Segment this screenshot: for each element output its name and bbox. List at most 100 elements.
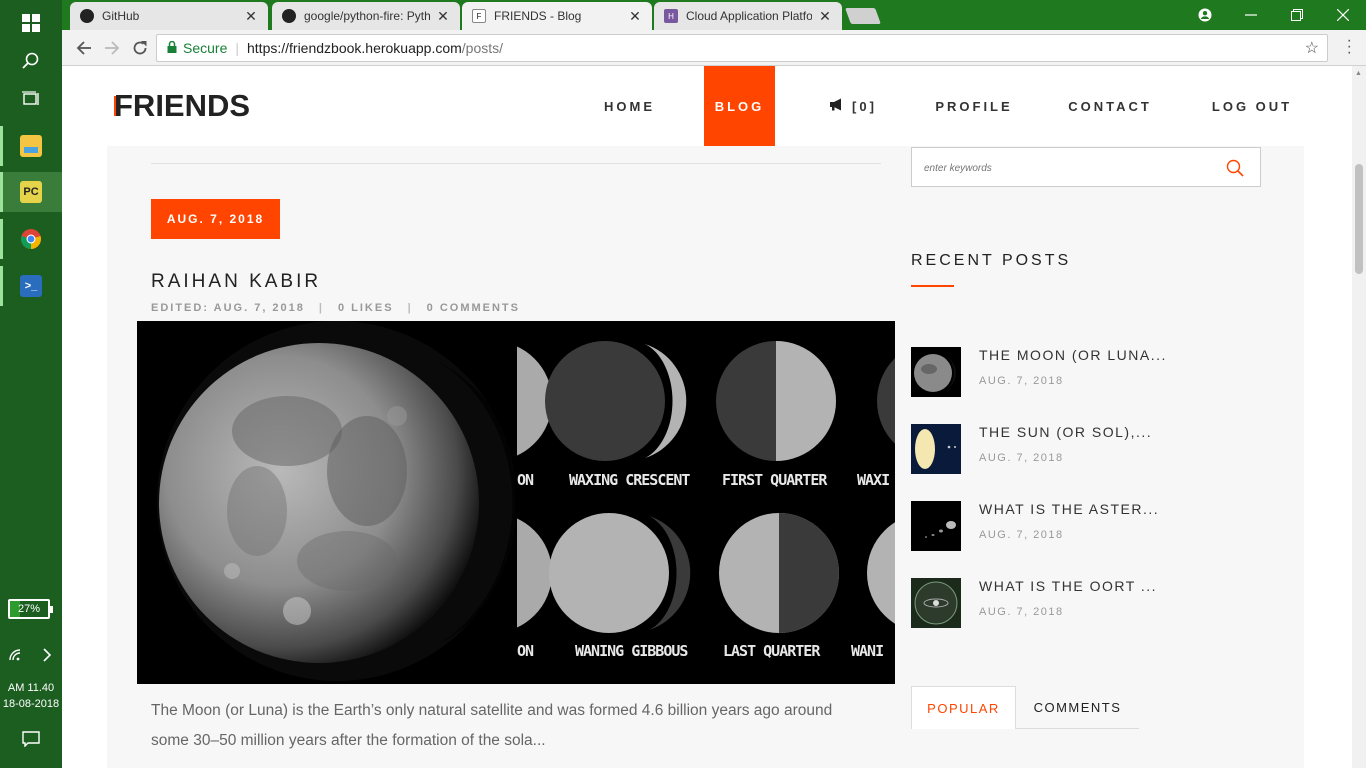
tab-label: google/python-fire: Pyth [304,9,430,23]
phase-label: ON [517,642,534,660]
wifi-icon[interactable] [0,632,31,678]
phase-label: WANING GIBBOUS [575,642,688,660]
recent-post-thumbnail[interactable] [911,578,961,628]
github-icon [282,9,296,23]
tab-label: Cloud Application Platfor [686,9,812,23]
recent-post-date: AUG. 7, 2018 [979,606,1064,618]
task-view-icon[interactable] [0,76,62,122]
recent-post-date: AUG. 7, 2018 [979,529,1064,541]
close-icon[interactable]: ✕ [244,8,258,25]
recent-post-thumbnail[interactable] [911,501,961,551]
heroku-icon: H [664,9,678,23]
close-icon[interactable]: ✕ [628,8,642,25]
tab-label: FRIENDS - Blog [494,9,582,23]
lock-icon [167,40,177,56]
powershell-icon[interactable]: >_ [0,266,62,306]
page-viewport: FRIENDS HOME BLOG [0] PROFILE CONTACT LO… [62,66,1352,768]
recent-post-title[interactable]: WHAT IS THE ASTER... [979,501,1159,517]
divider [151,163,881,164]
recent-post-thumbnail[interactable] [911,424,961,474]
url-path: /posts/ [461,40,504,56]
recent-post-date: AUG. 7, 2018 [979,452,1064,464]
moon-photo [137,321,515,684]
nav-home[interactable]: HOME [592,66,667,146]
tab-popular[interactable]: POPULAR [911,686,1016,729]
recent-post-title[interactable]: WHAT IS THE OORT ... [979,578,1157,594]
page-scrollbar[interactable]: ▲ [1352,66,1366,768]
nav-contact[interactable]: CONTACT [1068,66,1152,146]
phase-label: WAXING CRESCENT [569,471,690,489]
phase-label: LAST QUARTER [723,642,820,660]
site-logo[interactable]: FRIENDS [114,88,250,124]
post-author[interactable]: RAIHAN KABIR [151,271,321,293]
browser-tab-strip: GitHub ✕ google/python-fire: Pyth ✕ F FR… [62,0,1366,30]
windows-taskbar: PC >_ 27% AM 11.40 18-08-2018 [0,0,62,768]
search-icon[interactable] [1226,159,1244,177]
search-input[interactable] [924,158,1214,178]
post-excerpt: The Moon (or Luna) is the Earth’s only n… [151,702,833,749]
recent-post-thumbnail[interactable] [911,347,961,397]
recent-post-title[interactable]: THE MOON (OR LUNA... [979,347,1167,363]
window-close-icon[interactable] [1320,0,1366,30]
recent-post-item[interactable]: WHAT IS THE ASTER... AUG. 7, 2018 [911,501,1271,555]
restore-icon[interactable] [1274,0,1320,30]
tab-friends-blog[interactable]: F FRIENDS - Blog ✕ [462,2,652,30]
chevron-right-icon[interactable] [31,632,62,678]
clock-time: AM 11.40 [7,682,55,694]
phase-label: FIRST QUARTER [722,471,827,489]
nav-blog[interactable]: BLOG [704,66,775,146]
file-explorer-icon[interactable] [0,126,62,166]
tab-comments[interactable]: COMMENTS [1016,686,1139,729]
post-image[interactable]: ON WAXING CRESCENT FIRST QUARTER WAXI ON… [137,321,895,684]
heading-underline [911,285,954,287]
recent-post-date: AUG. 7, 2018 [979,375,1064,387]
system-clock[interactable]: AM 11.40 18-08-2018 [0,680,62,712]
url-bar[interactable]: Secure | https://friendzbook.herokuapp.c… [156,34,1328,62]
friends-favicon-icon: F [472,9,486,23]
post-comments-count[interactable]: 0 COMMENTS [427,302,520,314]
nav-logout[interactable]: LOG OUT [1210,66,1294,146]
megaphone-icon [829,98,844,114]
tab-label: GitHub [102,9,140,23]
sidebar-search [911,147,1261,187]
phase-label: WANI [851,642,884,660]
tab-python-fire[interactable]: google/python-fire: Pyth ✕ [272,2,460,30]
notification-count: [0] [852,98,877,114]
post-edited-date: EDITED: AUG. 7, 2018 [151,302,305,314]
close-icon[interactable]: ✕ [818,8,832,25]
nav-notifications[interactable]: [0] [818,66,888,146]
reload-icon[interactable] [128,36,152,60]
chrome-menu-icon[interactable]: · · · [1347,33,1352,61]
pycharm-icon[interactable]: PC [0,172,62,212]
scrollbar-thumb[interactable] [1355,164,1363,274]
phase-label: WAXI [857,471,890,489]
forward-arrow-icon[interactable] [100,36,124,60]
recent-post-title[interactable]: THE SUN (OR SOL),... [979,424,1152,440]
profile-icon[interactable] [1182,0,1228,30]
post-meta: EDITED: AUG. 7, 2018 | 0 LIKES | 0 COMMENTS [151,302,520,314]
recent-post-item[interactable]: WHAT IS THE OORT ... AUG. 7, 2018 [911,578,1271,632]
url-host: https://friendzbook.herokuapp.com [247,40,462,56]
back-arrow-icon[interactable] [72,36,96,60]
moon-phases-chart: ON WAXING CRESCENT FIRST QUARTER WAXI ON… [517,321,895,684]
phase-label: ON [517,471,534,489]
recent-post-item[interactable]: THE SUN (OR SOL),... AUG. 7, 2018 [911,424,1271,478]
new-tab-button[interactable] [845,8,881,24]
chrome-icon[interactable] [0,219,62,259]
post-date-badge: AUG. 7, 2018 [151,199,280,239]
tab-github[interactable]: GitHub ✕ [70,2,268,30]
tab-heroku[interactable]: H Cloud Application Platfor ✕ [654,2,842,30]
bookmark-star-icon[interactable]: ☆ [1305,38,1319,58]
action-center-icon[interactable] [0,716,62,762]
battery-percent: 27% [17,603,41,615]
secure-label: Secure [183,40,228,56]
scroll-up-arrow-icon[interactable]: ▲ [1355,70,1362,77]
github-icon [80,9,94,23]
close-icon[interactable]: ✕ [436,8,450,25]
nav-profile[interactable]: PROFILE [932,66,1016,146]
post-likes[interactable]: 0 LIKES [338,302,394,314]
minimize-icon[interactable] [1228,0,1274,30]
recent-posts-heading: RECENT POSTS [911,252,1072,269]
recent-post-item[interactable]: THE MOON (OR LUNA... AUG. 7, 2018 [911,347,1271,401]
battery-indicator[interactable]: 27% [8,599,53,619]
